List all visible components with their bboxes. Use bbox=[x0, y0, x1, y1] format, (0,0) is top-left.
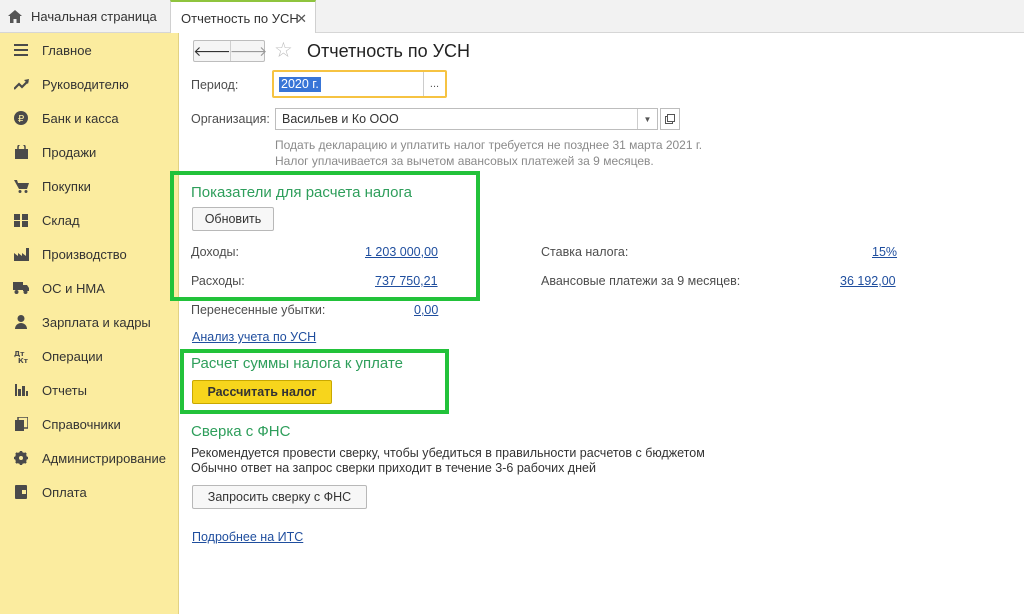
sidebar-item-sales[interactable]: Продажи bbox=[0, 135, 179, 169]
bar-chart-icon bbox=[13, 382, 29, 398]
gear-icon bbox=[13, 450, 29, 466]
wallet-icon bbox=[13, 484, 29, 500]
losses-label: Перенесенные убытки: bbox=[191, 303, 326, 317]
svg-text:₽: ₽ bbox=[18, 114, 25, 125]
advance-hint: Налог уплачивается за вычетом авансовых … bbox=[275, 154, 654, 168]
sidebar-item-label: ОС и НМА bbox=[42, 280, 105, 296]
sidebar-item-payment[interactable]: Оплата bbox=[0, 475, 179, 509]
tax-rate-label: Ставка налога: bbox=[541, 245, 629, 259]
chevron-down-icon[interactable]: ▼ bbox=[637, 109, 657, 129]
trend-icon bbox=[13, 76, 29, 92]
truck-icon bbox=[13, 280, 29, 296]
sidebar-item-label: Продажи bbox=[42, 144, 97, 160]
sidebar-item-administration[interactable]: Администрирование bbox=[0, 441, 179, 475]
period-field[interactable]: 2020 г. ... bbox=[272, 70, 447, 98]
sidebar-item-label: Склад bbox=[42, 212, 80, 228]
close-icon[interactable]: ✕ bbox=[296, 11, 307, 27]
tax-rate-value-link[interactable]: 15% bbox=[872, 245, 897, 259]
cart-icon bbox=[13, 178, 29, 194]
menu-icon bbox=[13, 42, 29, 58]
sidebar-item-label: Администрирование bbox=[42, 450, 166, 466]
sidebar-item-purchases[interactable]: Покупки bbox=[0, 169, 179, 203]
sidebar-item-fixed-assets[interactable]: ОС и НМА bbox=[0, 271, 179, 305]
sidebar-item-label: Зарплата и кадры bbox=[42, 314, 151, 330]
person-icon bbox=[13, 314, 29, 330]
usn-analysis-link[interactable]: Анализ учета по УСН bbox=[192, 330, 316, 344]
factory-icon bbox=[13, 246, 29, 262]
sidebar-item-warehouse[interactable]: Склад bbox=[0, 203, 179, 237]
sidebar-item-salary[interactable]: Зарплата и кадры bbox=[0, 305, 179, 339]
sidebar-item-label: Отчеты bbox=[42, 382, 87, 398]
fns-section-title: Сверка с ФНС bbox=[191, 423, 291, 440]
fns-text-line2: Обычно ответ на запрос сверки приходит в… bbox=[191, 461, 596, 475]
sidebar-item-label: Руководителю bbox=[42, 76, 129, 92]
request-fns-reconciliation-button[interactable]: Запросить сверку с ФНС bbox=[192, 485, 367, 509]
indicators-highlight-frame bbox=[170, 171, 480, 301]
organization-field[interactable]: Васильев и Ко ООО ▼ bbox=[275, 108, 658, 130]
favorite-star-icon[interactable]: ☆ bbox=[274, 40, 293, 62]
tab-bar: Начальная страница Отчетность по УСН ✕ bbox=[0, 0, 1024, 34]
sidebar-item-bank[interactable]: ₽ Банк и касса bbox=[0, 101, 179, 135]
dt-kt-icon: Дт Кт bbox=[13, 348, 29, 364]
advance-payments-value-link[interactable]: 36 192,00 bbox=[840, 274, 896, 288]
organization-value: Васильев и Ко ООО bbox=[282, 112, 399, 126]
sidebar-item-label: Операции bbox=[42, 348, 103, 364]
organization-label: Организация: bbox=[191, 112, 270, 126]
ruble-icon: ₽ bbox=[13, 110, 29, 126]
tab-home-label: Начальная страница bbox=[31, 9, 157, 24]
sidebar-item-label: Справочники bbox=[42, 416, 121, 432]
period-label: Период: bbox=[191, 78, 239, 92]
sidebar-item-operations[interactable]: Дт Кт Операции bbox=[0, 339, 179, 373]
forward-button[interactable]: 🡒 bbox=[230, 41, 267, 61]
sidebar-item-label: Банк и касса bbox=[42, 110, 119, 126]
sidebar-item-directories[interactable]: Справочники bbox=[0, 407, 179, 441]
tab-home[interactable]: Начальная страница bbox=[0, 0, 170, 33]
sidebar-item-reports[interactable]: Отчеты bbox=[0, 373, 179, 407]
tab-usn-reporting-label: Отчетность по УСН bbox=[181, 10, 299, 26]
main-content: 🡐 🡒 ☆ Отчетность по УСН Период: 2020 г. … bbox=[170, 33, 1024, 614]
period-value: 2020 г. bbox=[279, 77, 321, 92]
warehouse-icon bbox=[13, 212, 29, 228]
open-organization-button[interactable] bbox=[660, 108, 680, 130]
home-icon bbox=[8, 10, 22, 23]
deadline-hint: Подать декларацию и уплатить налог требу… bbox=[275, 138, 703, 152]
back-button[interactable]: 🡐 bbox=[193, 41, 231, 61]
sidebar-item-label: Покупки bbox=[42, 178, 91, 194]
books-icon bbox=[13, 416, 29, 432]
sidebar-item-production[interactable]: Производство bbox=[0, 237, 179, 271]
sidebar: Главное Руководителю ₽ Банк и касса Прод… bbox=[0, 33, 179, 614]
fns-text-line1: Рекомендуется провести сверку, чтобы убе… bbox=[191, 446, 705, 460]
svg-text:Кт: Кт bbox=[18, 357, 28, 363]
period-select-button[interactable]: ... bbox=[423, 72, 445, 96]
sidebar-item-label: Главное bbox=[42, 42, 92, 58]
sidebar-item-manager[interactable]: Руководителю bbox=[0, 67, 179, 101]
sidebar-item-label: Производство bbox=[42, 246, 127, 262]
sidebar-item-label: Оплата bbox=[42, 484, 87, 500]
history-nav: 🡐 🡒 bbox=[193, 40, 267, 62]
advance-payments-label: Авансовые платежи за 9 месяцев: bbox=[541, 274, 741, 288]
tab-usn-reporting[interactable]: Отчетность по УСН ✕ bbox=[170, 0, 316, 34]
bag-icon bbox=[13, 144, 29, 160]
losses-value-link[interactable]: 0,00 bbox=[414, 303, 438, 317]
open-window-icon bbox=[665, 114, 675, 124]
page-title: Отчетность по УСН bbox=[307, 41, 471, 61]
calculation-highlight-frame bbox=[180, 349, 449, 414]
its-more-link[interactable]: Подробнее на ИТС bbox=[192, 530, 303, 544]
sidebar-item-main[interactable]: Главное bbox=[0, 33, 179, 67]
